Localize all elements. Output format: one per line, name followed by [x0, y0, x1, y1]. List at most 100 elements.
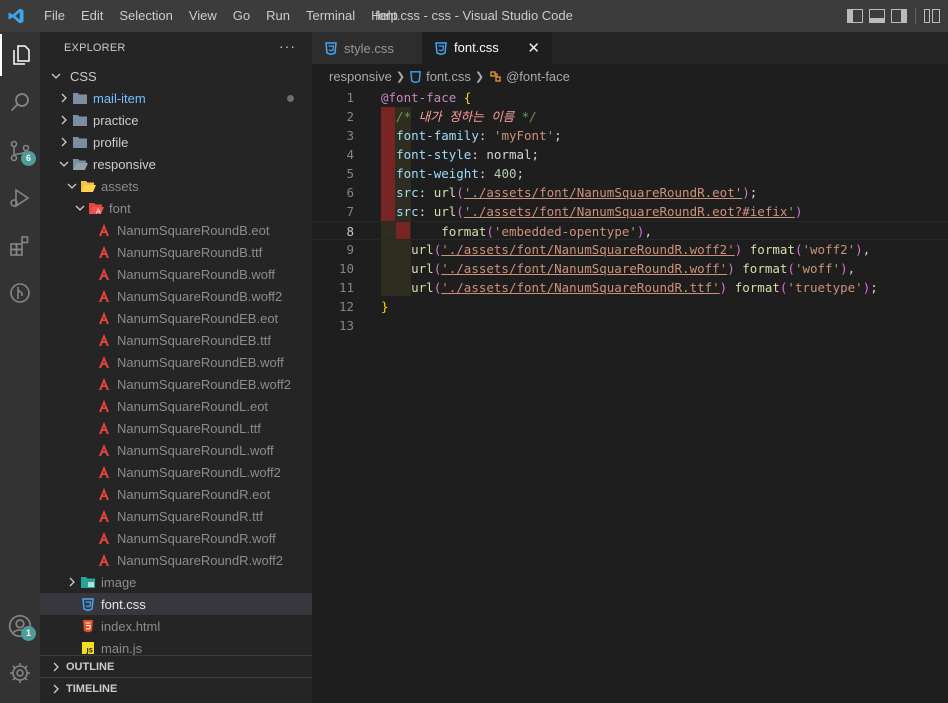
breadcrumb-item[interactable]: font.css	[426, 69, 471, 84]
line-number: 4	[346, 147, 354, 162]
code-token: :	[418, 204, 434, 219]
code-line[interactable]: 13	[312, 316, 948, 335]
settings-gear-icon[interactable]	[0, 652, 40, 694]
breadcrumb-item[interactable]: responsive	[329, 69, 392, 84]
tree-file[interactable]: NanumSquareRoundB.woff	[40, 263, 312, 285]
menu-item-terminal[interactable]: Terminal	[298, 0, 363, 32]
tree-item-label: main.js	[101, 640, 143, 656]
code-text: }	[381, 297, 389, 316]
tree-item-label: responsive	[93, 156, 156, 172]
tree-file[interactable]: NanumSquareRoundL.eot	[40, 395, 312, 417]
menu-item-help[interactable]: Help	[363, 0, 406, 32]
close-icon[interactable]: ✕	[527, 39, 540, 57]
svg-text:A: A	[96, 208, 101, 216]
tree-file[interactable]: NanumSquareRoundEB.woff2	[40, 373, 312, 395]
code-token: ,	[862, 242, 871, 257]
tree-folder[interactable]: assets	[40, 175, 312, 197]
toggle-panel-icon[interactable]	[869, 9, 885, 23]
font-file-icon	[96, 354, 112, 370]
explorer-icon[interactable]	[0, 34, 40, 76]
code-text: src: url('./assets/font/NanumSquareRound…	[381, 202, 802, 221]
menu-item-edit[interactable]: Edit	[73, 0, 111, 32]
line-number: 11	[338, 280, 354, 295]
tree-folder[interactable]: practice	[40, 109, 312, 131]
code-line[interactable]: 1 @font-face {	[312, 88, 948, 107]
tree-file[interactable]: NanumSquareRoundEB.ttf	[40, 329, 312, 351]
toggle-secondary-sidebar-icon[interactable]	[891, 9, 907, 23]
tree-folder[interactable]: responsive	[40, 153, 312, 175]
code-token: ;	[516, 166, 525, 181]
breadcrumb: responsive ❯ font.css ❯ @font-face	[312, 64, 948, 88]
tree-folder[interactable]: profile	[40, 131, 312, 153]
tree-file[interactable]: NanumSquareRoundL.woff	[40, 439, 312, 461]
code-line[interactable]: 12}	[312, 297, 948, 316]
tab-style-css[interactable]: style.css	[312, 32, 422, 64]
tab-font-css[interactable]: font.css ✕	[422, 32, 552, 64]
code-token: :	[478, 128, 494, 143]
section-timeline[interactable]: TIMELINE	[40, 677, 312, 699]
code-line[interactable]: 2 /* 내가 정하는 이름 */	[312, 107, 948, 126]
more-actions-icon[interactable]: ···	[279, 38, 296, 54]
breadcrumb-item[interactable]: @font-face	[506, 69, 570, 84]
code-line[interactable]: 9 url('./assets/font/NanumSquareRoundR.w…	[312, 240, 948, 259]
tree-file[interactable]: index.html	[40, 615, 312, 637]
section-label: OUTLINE	[66, 660, 115, 673]
run-debug-icon[interactable]	[0, 177, 40, 219]
toggle-primary-sidebar-icon[interactable]	[847, 9, 863, 23]
customize-layout-icon[interactable]	[924, 9, 940, 23]
code-token: format	[441, 224, 487, 239]
code-text: url('./assets/font/NanumSquareRoundR.ttf…	[381, 278, 878, 297]
search-icon[interactable]	[0, 81, 40, 123]
tree-file[interactable]: NanumSquareRoundR.woff	[40, 527, 312, 549]
tree-folder[interactable]: image	[40, 571, 312, 593]
tree-file[interactable]: NanumSquareRoundEB.woff	[40, 351, 312, 373]
code-token: url	[433, 204, 457, 219]
code-text: /* 내가 정하는 이름 */	[381, 107, 537, 126]
code-line[interactable]: 11 url('./assets/font/NanumSquareRoundR.…	[312, 278, 948, 297]
tree-root[interactable]: CSS	[40, 65, 312, 87]
code-token: './assets/font/NanumSquareRoundR.woff'	[441, 261, 728, 276]
menu-item-go[interactable]: Go	[225, 0, 258, 32]
code-line[interactable]: 4 font-style: normal;	[312, 145, 948, 164]
code-line[interactable]: 3 font-family: 'myFont';	[312, 126, 948, 145]
tree-item-label: NanumSquareRoundL.ttf	[117, 420, 261, 436]
code-line[interactable]: 10 url ('./assets/font/NanumSquareRoundR.…	[312, 259, 948, 278]
tree-file[interactable]: NanumSquareRoundEB.eot	[40, 307, 312, 329]
menu-item-run[interactable]: Run	[258, 0, 298, 32]
tree-file[interactable]: NanumSquareRoundR.ttf	[40, 505, 312, 527]
tree-file[interactable]: NanumSquareRoundL.ttf	[40, 417, 312, 439]
code-line[interactable]: 7 src: url('./assets/font/NanumSquareRou…	[312, 202, 948, 221]
tree-file[interactable]: NanumSquareRoundB.ttf	[40, 241, 312, 263]
chevron-down-icon	[56, 156, 72, 172]
menu-item-view[interactable]: View	[181, 0, 225, 32]
font-file-icon	[96, 508, 112, 524]
tree-folder[interactable]: Afont	[40, 197, 312, 219]
font-file-icon	[96, 398, 112, 414]
tree-file[interactable]: NanumSquareRoundL.woff2	[40, 461, 312, 483]
code-line[interactable]: 6 src: url('./assets/font/NanumSquareRou…	[312, 183, 948, 202]
menu-item-file[interactable]: File	[36, 0, 73, 32]
tree-file[interactable]: NanumSquareRoundB.eot	[40, 219, 312, 241]
code-line[interactable]: 5 font-weight: 400;	[312, 164, 948, 183]
accounts-icon[interactable]: 1	[0, 605, 40, 647]
tree-folder[interactable]: mail-item	[40, 87, 312, 109]
tree-file[interactable]: NanumSquareRoundR.woff2	[40, 549, 312, 571]
menu-item-selection[interactable]: Selection	[111, 0, 180, 32]
tree-file[interactable]: NanumSquareRoundR.eot	[40, 483, 312, 505]
tree-file[interactable]: font.css	[40, 593, 312, 615]
line-number: 13	[338, 318, 354, 333]
font-file-icon	[96, 486, 112, 502]
font-file-icon	[96, 530, 112, 546]
section-outline[interactable]: OUTLINE	[40, 655, 312, 677]
extensions-icon[interactable]	[0, 225, 40, 267]
source-control-icon[interactable]: 6	[0, 130, 40, 172]
tree-file[interactable]: NanumSquareRoundB.woff2	[40, 285, 312, 307]
git-graph-icon[interactable]	[0, 272, 40, 314]
code-token: :	[478, 166, 494, 181]
code-line[interactable]: 8 format('embedded-opentype'),	[312, 221, 948, 240]
